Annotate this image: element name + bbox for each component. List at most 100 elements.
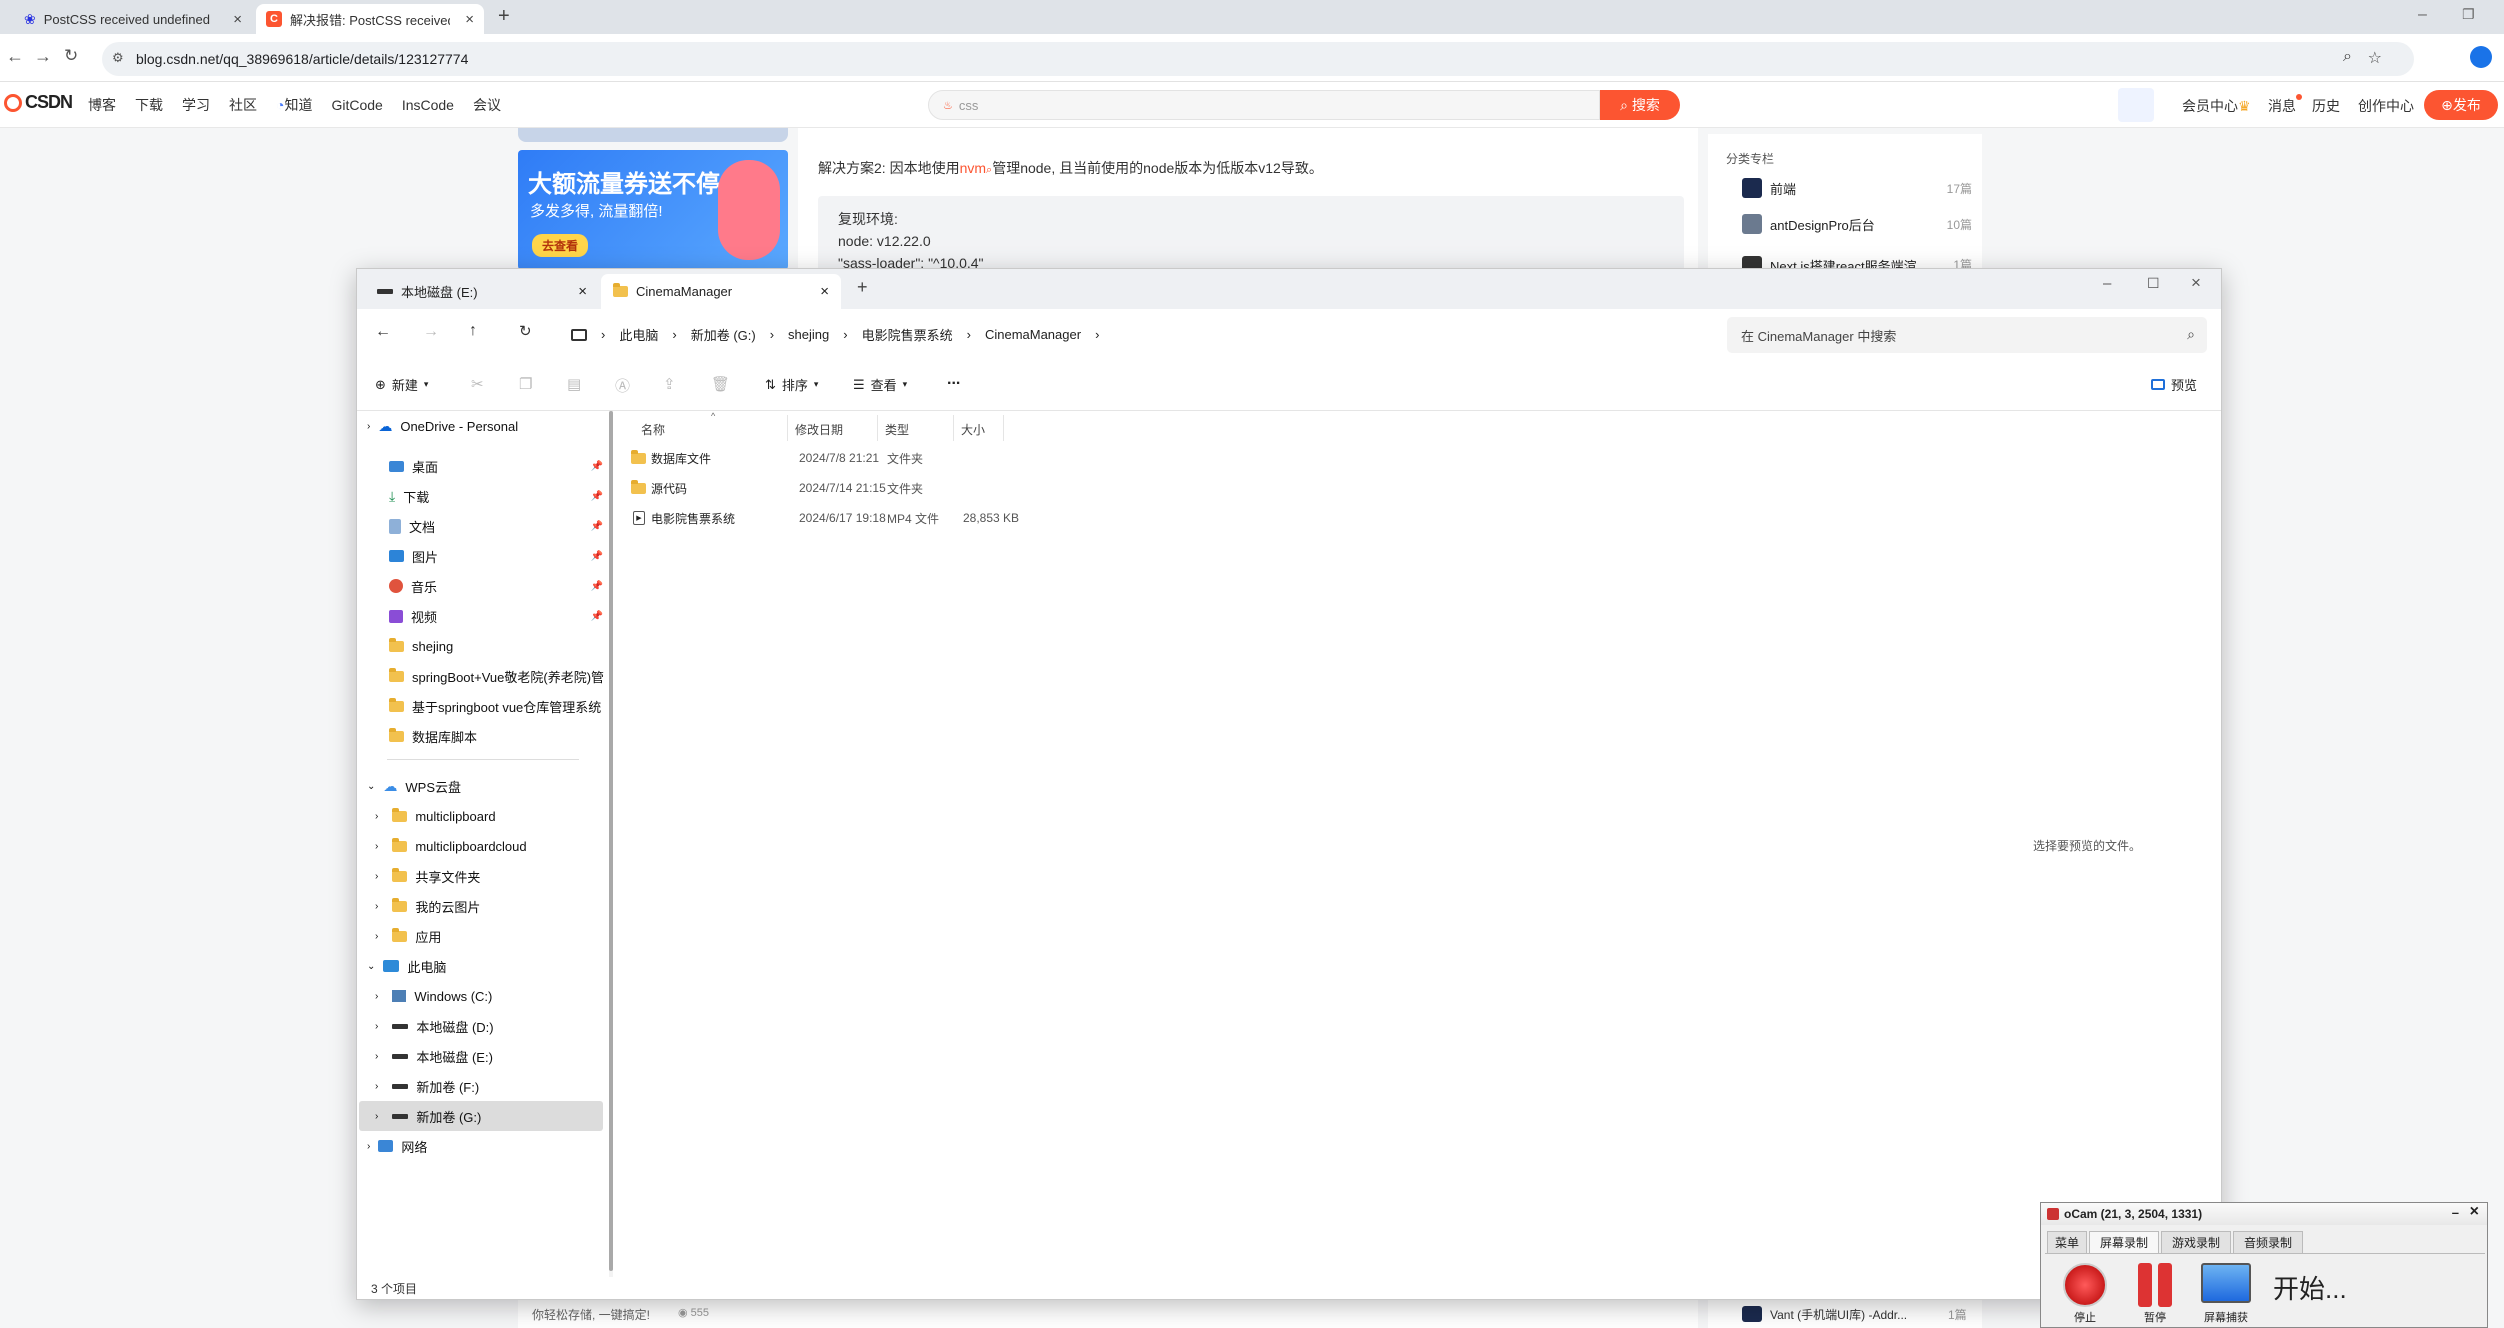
site-settings-icon[interactable]: ⚙ xyxy=(112,50,124,66)
share-icon[interactable]: ⇪ xyxy=(663,375,676,393)
reload-icon[interactable]: ↻ xyxy=(64,46,78,66)
ocam-title-bar[interactable]: oCam (21, 3, 2504, 1331) – × xyxy=(2041,1203,2487,1225)
column-divider[interactable] xyxy=(953,415,954,441)
ad-banner[interactable]: 大额流量券送不停 多发多得, 流量翻倍! 去查看 xyxy=(518,150,788,270)
explorer-search-input[interactable]: 在 CinemaManager 中搜索 ⌕ xyxy=(1727,317,2207,353)
breadcrumb-item[interactable]: 新加卷 (G:) xyxy=(691,325,756,344)
sidebar-item-network[interactable]: › 网络 xyxy=(367,1131,427,1161)
breadcrumb-item[interactable]: 此电脑 xyxy=(619,325,658,344)
screen-capture-button[interactable]: 屏幕捕获 xyxy=(2197,1263,2255,1325)
close-window-button[interactable]: × xyxy=(2470,1203,2479,1221)
sidebar-item-onedrive[interactable]: › ☁ OneDrive - Personal xyxy=(367,411,518,441)
sidebar-item-folder[interactable]: 数据库脚本 xyxy=(389,721,607,751)
pin-icon[interactable]: 📌 xyxy=(591,611,603,622)
vip-center-link[interactable]: 会员中心♛ xyxy=(2182,96,2251,116)
nav-inscode[interactable]: InsCode xyxy=(402,97,454,113)
file-row[interactable]: 数据库文件 2024/7/8 21:21 文件夹 xyxy=(613,443,1253,473)
sidebar-item-drive-selected[interactable]: › 新加卷 (G:) xyxy=(359,1101,603,1131)
ocam-tab-menu[interactable]: 菜单 xyxy=(2047,1231,2087,1253)
ad-button[interactable]: 去查看 xyxy=(532,234,589,257)
column-item-name[interactable]: Vant (手机端UI库) -Addr... xyxy=(1770,1306,1907,1323)
back-arrow-icon[interactable]: ← xyxy=(375,323,391,341)
sidebar-item-folder[interactable]: springBoot+Vue敬老院(养老院)管 xyxy=(389,661,607,691)
sidebar-item-drive[interactable]: › 本地磁盘 (E:) xyxy=(375,1041,493,1071)
sidebar-item-drive[interactable]: › Windows (C:) xyxy=(375,981,492,1011)
more-options-button[interactable]: ... xyxy=(947,371,960,389)
profile-avatar[interactable] xyxy=(2470,46,2492,68)
ocam-tab-game-record[interactable]: 游戏录制 xyxy=(2161,1231,2231,1253)
history-link[interactable]: 历史 xyxy=(2312,96,2340,116)
close-tab-icon[interactable]: × xyxy=(820,283,829,300)
publish-button[interactable]: ⊕ 发布 xyxy=(2424,90,2498,120)
sidebar-item-pictures[interactable]: 图片 📌 xyxy=(389,541,603,571)
sidebar-item-wps-folder[interactable]: › 共享文件夹 xyxy=(375,861,480,891)
sidebar-item-this-pc[interactable]: ⌄ 此电脑 xyxy=(367,951,446,981)
refresh-icon[interactable]: ↻ xyxy=(519,322,532,340)
sidebar-item-wps-folder[interactable]: › 应用 xyxy=(375,921,441,951)
nav-gitcode[interactable]: GitCode xyxy=(331,97,382,113)
minimize-window-button[interactable]: – xyxy=(2418,6,2427,24)
zoom-search-icon[interactable]: ⌕ xyxy=(2343,48,2352,66)
csdn-search-button[interactable]: ⌕ 搜索 xyxy=(1600,90,1680,120)
sidebar-item-documents[interactable]: 文档 📌 xyxy=(389,511,603,541)
file-row[interactable]: 源代码 2024/7/14 21:15 文件夹 xyxy=(613,473,1253,503)
sidebar-item-wps[interactable]: ⌄ ☁ WPS云盘 xyxy=(367,771,461,801)
sort-button[interactable]: ⇅ 排序 ▾ xyxy=(765,375,818,394)
sidebar-item-downloads[interactable]: ⤓ 下载 📌 xyxy=(389,481,603,511)
close-window-button[interactable]: × xyxy=(2191,273,2201,293)
creator-center-link[interactable]: 创作中心 xyxy=(2358,96,2414,116)
column-header-type[interactable]: 类型 xyxy=(885,421,909,438)
bookmark-star-icon[interactable]: ☆ xyxy=(2368,48,2382,68)
paste-icon[interactable]: ▤ xyxy=(567,375,581,393)
column-header-size[interactable]: 大小 xyxy=(961,421,985,438)
preview-pane-button[interactable]: 预览 xyxy=(2151,375,2197,394)
pin-icon[interactable]: 📌 xyxy=(591,491,603,502)
promo-logo[interactable] xyxy=(2118,88,2154,122)
ocam-tab-screen-record[interactable]: 屏幕录制 xyxy=(2089,1231,2159,1253)
nvm-link[interactable]: nvm xyxy=(960,160,986,176)
csdn-logo[interactable]: CSDN xyxy=(4,92,73,113)
rename-icon[interactable]: Ⓐ xyxy=(615,375,630,396)
nav-community[interactable]: 社区 xyxy=(229,95,257,115)
sidebar-item-folder[interactable]: shejing xyxy=(389,631,607,661)
breadcrumb-item[interactable]: CinemaManager xyxy=(985,327,1081,342)
delete-icon[interactable]: 🗑 xyxy=(711,375,730,393)
close-tab-icon[interactable]: × xyxy=(233,11,242,28)
forward-arrow-icon[interactable]: → xyxy=(34,46,52,67)
up-arrow-icon[interactable]: ↑ xyxy=(469,322,477,340)
new-tab-button[interactable]: + xyxy=(498,5,510,28)
maximize-button[interactable]: ☐ xyxy=(2147,275,2160,292)
explorer-tab-active[interactable]: CinemaManager × xyxy=(601,274,841,309)
explorer-tab[interactable]: 本地磁盘 (E:) × xyxy=(365,274,599,309)
close-tab-icon[interactable]: × xyxy=(465,11,474,28)
column-header-name[interactable]: 名称 xyxy=(641,421,665,438)
nav-learn[interactable]: 学习 xyxy=(182,95,210,115)
minimize-button[interactable]: – xyxy=(2103,275,2111,292)
file-row[interactable]: ▶ 电影院售票系统 2024/6/17 19:18 MP4 文件 28,853 … xyxy=(613,503,1253,533)
sidebar-item-drive[interactable]: › 本地磁盘 (D:) xyxy=(375,1011,494,1041)
sidebar-item-wps-folder[interactable]: › multiclipboardcloud xyxy=(375,831,527,861)
sidebar-item-music[interactable]: 音乐 📌 xyxy=(389,571,603,601)
browser-tab[interactable]: ❀ PostCSS received undefined i × xyxy=(14,4,252,34)
pin-icon[interactable]: 📌 xyxy=(591,581,603,592)
nav-zhidao[interactable]: ◔知道 xyxy=(276,95,312,115)
sidebar-item-wps-folder[interactable]: › multiclipboard xyxy=(375,801,496,831)
nav-download[interactable]: 下载 xyxy=(135,95,163,115)
browser-tab-active[interactable]: C 解决报错: PostCSS received u × xyxy=(256,4,484,34)
pin-icon[interactable]: 📌 xyxy=(591,551,603,562)
forward-arrow-icon[interactable]: → xyxy=(423,323,439,341)
ocam-tab-audio-record[interactable]: 音频录制 xyxy=(2233,1231,2303,1253)
chevron-right-icon[interactable]: › xyxy=(1095,327,1099,342)
minimize-button[interactable]: – xyxy=(2452,1205,2459,1220)
sidebar-item-folder[interactable]: 基于springboot vue仓库管理系统 xyxy=(389,691,607,721)
breadcrumb-item[interactable]: shejing xyxy=(788,327,829,342)
url-field[interactable]: ⚙ blog.csdn.net/qq_38969618/article/deta… xyxy=(102,42,2414,76)
column-divider[interactable] xyxy=(877,415,878,441)
sidebar-item-videos[interactable]: 视频 📌 xyxy=(389,601,603,631)
column-item[interactable]: antDesignPro后台 10篇 xyxy=(1742,214,1972,234)
messages-link[interactable]: 消息 xyxy=(2268,96,2296,116)
sidebar-item-desktop[interactable]: 桌面 📌 xyxy=(389,451,603,481)
column-divider[interactable] xyxy=(1003,415,1004,441)
cut-icon[interactable]: ✂ xyxy=(471,375,484,393)
column-item[interactable]: Next.js搭建react服务端渲 1篇 xyxy=(1742,256,1972,268)
